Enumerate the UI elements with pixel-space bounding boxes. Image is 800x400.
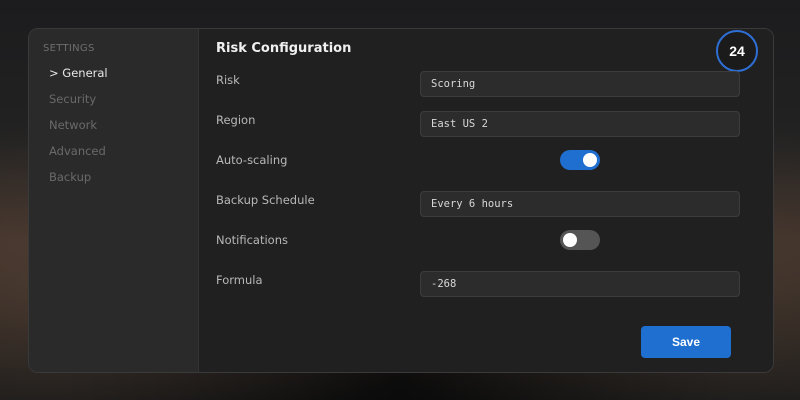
- sidebar-item-backup[interactable]: Backup: [29, 164, 198, 190]
- region-label: Region: [216, 113, 256, 127]
- sidebar-heading: SETTINGS: [43, 43, 95, 54]
- backup-schedule-input[interactable]: Every 6 hours: [420, 191, 740, 217]
- region-input[interactable]: East US 2: [420, 111, 740, 137]
- notifications-toggle[interactable]: [560, 230, 600, 250]
- formula-label: Formula: [216, 273, 263, 287]
- notifications-label: Notifications: [216, 233, 288, 247]
- sidebar-item-general[interactable]: > General: [29, 60, 198, 86]
- notifications-row: Notifications: [216, 230, 742, 261]
- formula-row: Formula -268: [216, 271, 742, 301]
- sidebar-item-security[interactable]: Security: [29, 86, 198, 112]
- count-badge: 24: [716, 30, 758, 72]
- settings-window: SETTINGS > General Security Network Adva…: [28, 28, 774, 373]
- sidebar-item-network[interactable]: Network: [29, 112, 198, 138]
- region-row: Region East US 2: [216, 111, 742, 141]
- autoscaling-toggle[interactable]: [560, 150, 600, 170]
- toggle-knob: [563, 233, 577, 247]
- risk-row: Risk Scoring: [216, 71, 742, 101]
- page-title: Risk Configuration: [216, 41, 352, 56]
- risk-input[interactable]: Scoring: [420, 71, 740, 97]
- sidebar: SETTINGS > General Security Network Adva…: [29, 29, 199, 372]
- risk-label: Risk: [216, 73, 240, 87]
- formula-input[interactable]: -268: [420, 271, 740, 297]
- sidebar-item-advanced[interactable]: Advanced: [29, 138, 198, 164]
- autoscaling-row: Auto-scaling: [216, 150, 742, 181]
- backup-schedule-label: Backup Schedule: [216, 193, 315, 207]
- backup-schedule-row: Backup Schedule Every 6 hours: [216, 191, 742, 221]
- main-panel: Risk Configuration 24 Risk Scoring Regio…: [199, 29, 773, 372]
- autoscaling-label: Auto-scaling: [216, 153, 288, 167]
- save-button[interactable]: Save: [641, 326, 731, 358]
- toggle-knob: [583, 153, 597, 167]
